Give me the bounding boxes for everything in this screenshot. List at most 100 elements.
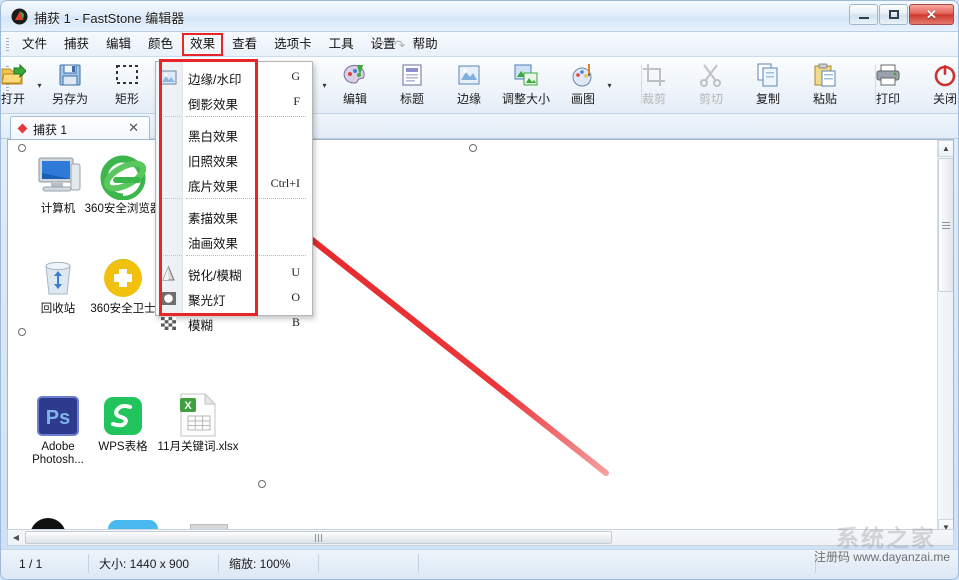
toolbar-button-label: 边缘 bbox=[456, 92, 481, 106]
menu-separator bbox=[160, 255, 182, 256]
toolbar-button-caption[interactable]: 标题 bbox=[386, 60, 438, 110]
scroll-up-arrow[interactable]: ▲ bbox=[938, 140, 953, 157]
toolbar-button-edit-palette[interactable]: 编辑 bbox=[329, 60, 381, 110]
close-icon[interactable]: ✕ bbox=[128, 120, 139, 136]
edge-effect-icon bbox=[443, 60, 495, 90]
menu-help[interactable]: 帮助 bbox=[405, 33, 446, 56]
toolbar-button-label: 裁剪 bbox=[641, 92, 666, 106]
toolbar-button-save-floppy[interactable]: 另存为 bbox=[44, 60, 96, 110]
menubar-grip[interactable] bbox=[6, 38, 9, 51]
effects-menu-item-label: 边缘/水印 bbox=[188, 73, 242, 87]
menu-separator bbox=[186, 116, 306, 117]
toolbar-button-label: 打开 bbox=[0, 92, 25, 106]
save-floppy-icon bbox=[44, 60, 96, 90]
zoom-level: 缩放: 100% bbox=[219, 554, 319, 573]
chevron-down-icon[interactable]: ▾ bbox=[35, 81, 44, 90]
toolbar-button-scissors: 剪切 bbox=[685, 60, 737, 110]
horizontal-scroll-thumb[interactable] bbox=[25, 531, 612, 544]
effects-menu-item-5[interactable]: 素描效果 bbox=[156, 204, 314, 229]
menu-effects[interactable]: 效果 bbox=[182, 33, 224, 56]
menu-tools[interactable]: 工具 bbox=[321, 33, 362, 56]
effects-menu-item-4[interactable]: 底片效果 Ctrl+I bbox=[156, 172, 314, 197]
desktop-icon-6: X 11月关键词.xlsx bbox=[156, 388, 240, 454]
toolbar-button-printer[interactable]: 打印 bbox=[862, 60, 914, 110]
effects-menu-item-6[interactable]: 油画效果 bbox=[156, 229, 314, 254]
page-indicator: 1 / 1 bbox=[9, 554, 89, 573]
chevron-down-icon[interactable]: ▾ bbox=[320, 81, 329, 90]
open-folder-icon bbox=[1, 60, 39, 90]
effects-menu-item-2[interactable]: 黑白效果 bbox=[156, 122, 314, 147]
canvas-vertical-scrollbar[interactable]: ▲ ▼ bbox=[937, 140, 953, 536]
toolbar-button-label: 矩形 bbox=[114, 92, 139, 106]
360-safeguard-icon bbox=[81, 250, 165, 300]
close-icon: ✕ bbox=[926, 7, 937, 22]
printer-icon bbox=[862, 60, 914, 90]
edit-palette-icon bbox=[329, 60, 381, 90]
image-canvas-area[interactable]: 计算机 360安全浏览器 回收站 360安全卫士 Ps Adobe Photosh... W… bbox=[7, 139, 954, 537]
selection-handle[interactable] bbox=[18, 328, 26, 336]
canvas-horizontal-scrollbar[interactable]: ◀ bbox=[7, 529, 954, 546]
effects-menu-item-0[interactable]: 边缘/水印 G bbox=[156, 65, 314, 90]
maximize-button[interactable] bbox=[879, 4, 908, 25]
image-canvas[interactable]: 计算机 360安全浏览器 回收站 360安全卫士 Ps Adobe Photosh... W… bbox=[8, 140, 938, 536]
effects-dropdown[interactable]: 边缘/水印 G 倒影效果 F 黑白效果旧照效果 底片效果 Ctrl+I 素描效果油画效果锐化/… bbox=[155, 61, 314, 333]
toolbar-button-label: 剪切 bbox=[698, 92, 723, 106]
menu-capture[interactable]: 捕获 bbox=[56, 33, 97, 56]
faststone-editor-window: 捕获 1 - FastStone 编辑器 ✕ 文件 捕获 编辑 颜色 效果 查看 选项卡 工具… bbox=[0, 0, 959, 580]
effects-menu-item-label: 聚光灯 bbox=[188, 294, 226, 308]
menu-edit[interactable]: 编辑 bbox=[98, 33, 139, 56]
title-bar: 捕获 1 - FastStone 编辑器 ✕ bbox=[1, 1, 958, 32]
effects-menu-item-1[interactable]: 倒影效果 F bbox=[156, 90, 314, 115]
selection-handle[interactable] bbox=[258, 480, 266, 488]
effects-menu-item-label: 底片效果 bbox=[188, 180, 239, 194]
menu-tabs[interactable]: 选项卡 bbox=[266, 33, 320, 56]
toolbar-button-label: 关闭 bbox=[932, 92, 957, 106]
resize-icon bbox=[500, 60, 552, 90]
toolbar-button-label: 调整大小 bbox=[501, 92, 550, 106]
toolbar-button-draw[interactable]: 画图 bbox=[557, 60, 609, 110]
close-button[interactable]: ✕ bbox=[909, 4, 954, 25]
effects-menu-item-label: 油画效果 bbox=[188, 237, 239, 251]
effects-menu-item-label: 黑白效果 bbox=[188, 130, 239, 144]
menu-color[interactable]: 颜色 bbox=[140, 33, 181, 56]
menu-separator bbox=[160, 198, 182, 199]
effects-menu-item-label: 锐化/模糊 bbox=[188, 269, 242, 283]
paste-icon bbox=[799, 60, 851, 90]
faststone-app-icon bbox=[11, 8, 28, 25]
minimize-icon bbox=[859, 17, 869, 19]
toolbar-button-resize[interactable]: 调整大小 bbox=[500, 60, 552, 110]
vertical-scroll-thumb[interactable] bbox=[938, 158, 953, 292]
effects-menu-item-7[interactable]: 锐化/模糊 U bbox=[156, 261, 314, 286]
toolbar-button-edge-effect[interactable]: 边缘 bbox=[443, 60, 495, 110]
toolbar-button-power-close[interactable]: 关闭 bbox=[919, 60, 958, 110]
redo-icon[interactable]: ↷ bbox=[394, 37, 406, 54]
effects-menu-item-9[interactable]: 模糊 B bbox=[156, 311, 314, 336]
effects-menu-item-shortcut: U bbox=[291, 265, 300, 279]
desktop-icon-label: 11月关键词.xlsx bbox=[157, 441, 239, 453]
toolbar-button-label: 标题 bbox=[399, 92, 424, 106]
selection-handle[interactable] bbox=[18, 144, 26, 152]
effects-menu-item-3[interactable]: 旧照效果 bbox=[156, 147, 314, 172]
toolbar-button-paste[interactable]: 粘贴 bbox=[799, 60, 851, 110]
crop-icon bbox=[628, 60, 680, 90]
desktop-icon-label: 360安全卫士 bbox=[90, 303, 156, 315]
edge-watermark-icon bbox=[160, 69, 177, 86]
menu-view[interactable]: 查看 bbox=[224, 33, 265, 56]
tab-capture-1[interactable]: 捕获 1 ✕ bbox=[10, 116, 150, 139]
minimize-button[interactable] bbox=[849, 4, 878, 25]
toolbar-button-rect-select[interactable]: 矩形 bbox=[101, 60, 153, 110]
copy-icon bbox=[742, 60, 794, 90]
toolbar-button-open-folder[interactable]: 打开 bbox=[0, 60, 39, 110]
draw-icon bbox=[557, 60, 609, 90]
chevron-down-icon[interactable]: ▾ bbox=[605, 81, 614, 90]
effects-menu-item-8[interactable]: 聚光灯 O bbox=[156, 286, 314, 311]
toolbar-button-label: 复制 bbox=[755, 92, 780, 106]
selection-handle[interactable] bbox=[469, 144, 477, 152]
wps-spreadsheet-icon bbox=[81, 388, 165, 438]
scroll-left-arrow[interactable]: ◀ bbox=[8, 530, 24, 545]
undo-icon[interactable]: ↶ bbox=[373, 37, 385, 54]
image-size: 大小: 1440 x 900 bbox=[89, 554, 219, 573]
menu-file[interactable]: 文件 bbox=[14, 33, 55, 56]
rect-select-icon bbox=[101, 60, 153, 90]
toolbar-button-copy[interactable]: 复制 bbox=[742, 60, 794, 110]
